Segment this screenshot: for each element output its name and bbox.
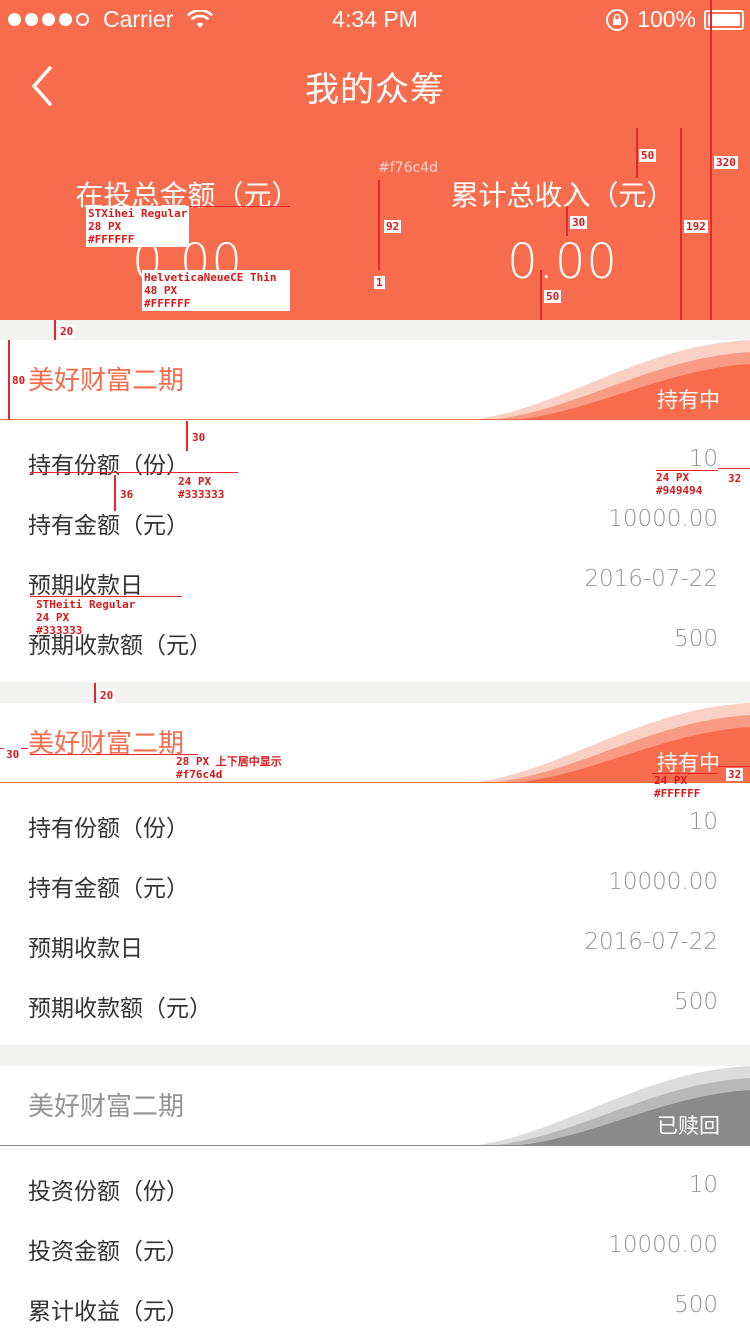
- measure-number: 30: [4, 748, 22, 761]
- measure-line: [718, 468, 750, 469]
- measure-line: [54, 320, 56, 340]
- measure-number: 50: [639, 149, 657, 162]
- page-title: 我的众筹: [305, 70, 445, 110]
- measure-line: [710, 0, 712, 320]
- measure-line: [30, 754, 198, 755]
- measure-line: [680, 128, 682, 320]
- status-bar: Carrier 4:34 PM 100%: [0, 0, 750, 40]
- list-item: 累计收益（元） 500: [28, 1292, 718, 1325]
- status-badge: 已赎回: [657, 1114, 720, 1138]
- header: Carrier 4:34 PM 100% 我的众筹 #f76c4d 在投总金额（…: [0, 0, 750, 320]
- income-total-value: 0.00: [507, 234, 618, 290]
- list-item: 持有金额（元） 10000.00: [28, 506, 718, 539]
- font-annotation: STXihei Regular 28 PX #FFFFFF: [86, 206, 190, 247]
- measure-line: [378, 180, 380, 270]
- measure-line: [540, 270, 542, 320]
- rotation-lock-icon: [606, 8, 629, 31]
- measure-line: [636, 128, 638, 178]
- measure-line: [718, 766, 750, 767]
- card-title: 美好财富二期: [28, 366, 185, 396]
- card-title: 美好财富二期: [28, 1092, 185, 1122]
- measure-line: [30, 472, 238, 473]
- card-header: 美好财富二期 持有中: [0, 703, 750, 783]
- measure-number: 32: [726, 768, 744, 781]
- list-item: 投资金额（元） 10000.00: [28, 1232, 718, 1265]
- font-annotation: HelveticaNeueCE Thin 48 PX #FFFFFF: [142, 270, 290, 311]
- font-annotation: 24 PX #949494: [656, 471, 703, 497]
- measure-number: 50: [544, 290, 562, 303]
- list-item: 预期收款日 2016-07-22: [28, 929, 718, 962]
- list-item: 预期收款额（元） 500: [28, 989, 718, 1022]
- measure-line: [566, 206, 568, 236]
- font-annotation: 24 PX #333333: [178, 475, 225, 501]
- font-annotation: STHeiti Regular 24 PX #333333: [36, 598, 136, 637]
- list-item: 持有份额（份） 10: [28, 809, 718, 842]
- measure-number: 30: [570, 216, 588, 229]
- font-annotation: 28 PX 上下居中显示 #f76c4d: [176, 755, 282, 781]
- measure-number: 30: [190, 431, 208, 444]
- crowdfunding-card[interactable]: 美好财富二期 已赎回 投资份额（份） 10 投资金额（元） 10000.00 累计收…: [0, 1066, 750, 1334]
- card-header: 美好财富二期 已赎回: [0, 1066, 750, 1146]
- list-item: 持有金额（元） 10000.00: [28, 869, 718, 902]
- font-annotation: 24 PX #FFFFFF: [654, 774, 701, 800]
- measure-line: [186, 421, 188, 451]
- measure-number: 32: [726, 472, 744, 485]
- measure-number: 20: [58, 325, 76, 338]
- measure-line: [180, 206, 290, 207]
- measure-number: 20: [98, 689, 116, 702]
- measure-number: 192: [684, 220, 708, 233]
- status-badge: 持有中: [657, 388, 720, 412]
- nav-bar: 我的众筹: [0, 40, 750, 128]
- measure-number: 80: [10, 374, 28, 387]
- measure-number: 36: [118, 488, 136, 501]
- measure-line: [114, 475, 116, 511]
- measure-number: 1: [374, 276, 385, 289]
- list-item: 持有份额（份） 10: [28, 446, 718, 479]
- card-header: 美好财富二期 持有中: [0, 340, 750, 420]
- list-item: 投资份额（份） 10: [28, 1172, 718, 1205]
- measure-number: 92: [384, 220, 402, 233]
- measure-line: [94, 683, 96, 703]
- battery-percent: 100%: [637, 6, 696, 32]
- measure-number: 320: [714, 156, 738, 169]
- income-total-label: 累计总收入（元）: [450, 179, 675, 212]
